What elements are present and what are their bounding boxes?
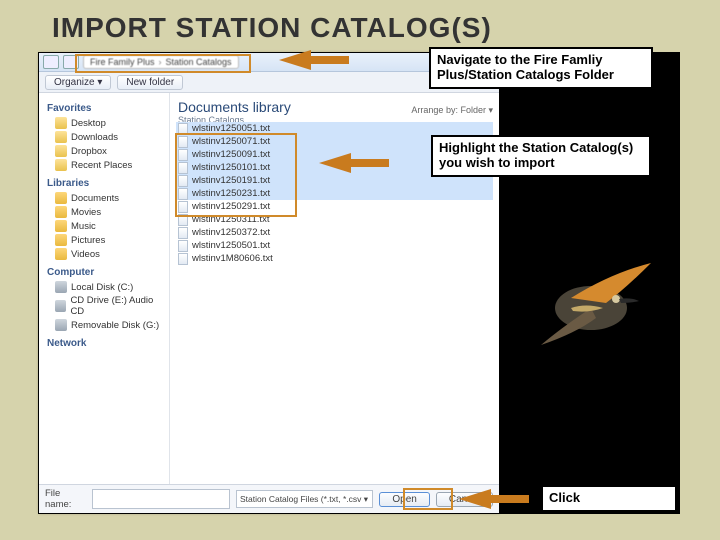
file-icon xyxy=(178,136,188,148)
filename-input[interactable] xyxy=(92,489,230,509)
file-icon xyxy=(178,214,188,226)
breadcrumb-seg: Fire Family Plus xyxy=(90,57,155,67)
folder-icon xyxy=(55,206,67,218)
nav-item[interactable]: Pictures xyxy=(41,233,167,247)
file-item[interactable]: wlstinv1M80606.txt xyxy=(176,252,493,265)
page-title: IMPORT STATION CATALOG(S) xyxy=(52,12,690,44)
file-icon xyxy=(178,188,188,200)
nav-item[interactable]: Recent Places xyxy=(41,158,167,172)
nav-item-label: Downloads xyxy=(71,132,118,143)
star-icon xyxy=(55,131,67,143)
file-name: wlstinv1250191.txt xyxy=(192,175,270,186)
nav-item-label: Dropbox xyxy=(71,146,107,157)
open-button[interactable]: Open xyxy=(379,492,429,507)
new-folder-button[interactable]: New folder xyxy=(117,75,183,90)
arrow-icon xyxy=(319,153,351,173)
nav-item-label: Documents xyxy=(71,193,119,204)
nav-item[interactable]: Documents xyxy=(41,191,167,205)
nav-item-label: Movies xyxy=(71,207,101,218)
file-name: wlstinv1250091.txt xyxy=(192,149,270,160)
filename-label: File name: xyxy=(45,488,86,510)
file-item[interactable]: wlstinv1250501.txt xyxy=(176,239,493,252)
nav-pane: Favorites Desktop Downloads Dropbox Recent … xyxy=(39,93,170,487)
file-icon xyxy=(178,227,188,239)
callout-click: Click xyxy=(541,485,677,512)
nav-item-label: Music xyxy=(71,221,96,232)
callout-navigate: Navigate to the Fire Famliy Plus/Station… xyxy=(429,47,653,89)
callout-highlight: Highlight the Station Catalog(s) you wis… xyxy=(431,135,651,177)
nav-section-favorites: Favorites xyxy=(47,103,165,114)
file-open-dialog: Fire Family Plus › Station Catalogs Orga… xyxy=(39,53,499,513)
file-icon xyxy=(178,162,188,174)
arrange-by[interactable]: Arrange by: Folder ▾ xyxy=(176,105,493,116)
bird-graphic-icon xyxy=(531,253,661,348)
nav-section-computer: Computer xyxy=(47,267,165,278)
file-icon xyxy=(178,240,188,252)
nav-item-label: Recent Places xyxy=(71,160,132,171)
nav-item-label: Pictures xyxy=(71,235,105,246)
star-icon xyxy=(55,117,67,129)
breadcrumb-seg: Station Catalogs xyxy=(166,57,232,67)
nav-item[interactable]: Movies xyxy=(41,205,167,219)
file-icon xyxy=(178,201,188,213)
nav-item-label: Desktop xyxy=(71,118,106,129)
nav-item[interactable]: Music xyxy=(41,219,167,233)
arrow-icon xyxy=(459,489,491,509)
file-name: wlstinv1250501.txt xyxy=(192,240,270,251)
chevron-right-icon: › xyxy=(159,57,162,67)
screenshot-stage: Fire Family Plus › Station Catalogs Orga… xyxy=(38,52,680,514)
file-item[interactable]: wlstinv1250372.txt xyxy=(176,226,493,239)
file-item[interactable]: wlstinv1250051.txt xyxy=(176,122,493,135)
nav-item[interactable]: Local Disk (C:) xyxy=(41,280,167,294)
file-item[interactable]: wlstinv1250231.txt xyxy=(176,187,493,200)
file-name: wlstinv1M80606.txt xyxy=(192,253,273,264)
file-icon xyxy=(178,253,188,265)
nav-fwd-button[interactable] xyxy=(63,55,79,69)
file-item[interactable]: wlstinv1250311.txt xyxy=(176,213,493,226)
file-name: wlstinv1250311.txt xyxy=(192,214,269,225)
file-name: wlstinv1250291.txt xyxy=(192,201,270,212)
nav-back-button[interactable] xyxy=(43,55,59,69)
star-icon xyxy=(55,145,67,157)
file-icon xyxy=(178,149,188,161)
breadcrumb[interactable]: Fire Family Plus › Station Catalogs xyxy=(83,55,239,69)
nav-section-libraries: Libraries xyxy=(47,178,165,189)
file-name: wlstinv1250051.txt xyxy=(192,123,270,134)
nav-item-label: Videos xyxy=(71,249,100,260)
drive-icon xyxy=(55,319,67,331)
file-item[interactable]: wlstinv1250291.txt xyxy=(176,200,493,213)
nav-item[interactable]: Dropbox xyxy=(41,144,167,158)
file-name: wlstinv1250372.txt xyxy=(192,227,270,238)
nav-item-label: Local Disk (C:) xyxy=(71,282,133,293)
organize-button[interactable]: Organize ▾ xyxy=(45,75,111,90)
file-name: wlstinv1250101.txt xyxy=(192,162,270,173)
star-icon xyxy=(55,159,67,171)
nav-item[interactable]: Videos xyxy=(41,247,167,261)
file-name: wlstinv1250231.txt xyxy=(192,188,270,199)
file-icon xyxy=(178,175,188,187)
nav-item[interactable]: Removable Disk (G:) xyxy=(41,318,167,332)
file-name: wlstinv1250071.txt xyxy=(192,136,270,147)
nav-item[interactable]: Downloads xyxy=(41,130,167,144)
file-type-filter[interactable]: Station Catalog Files (*.txt, *.csv ▾ xyxy=(236,490,373,508)
nav-item-label: Removable Disk (G:) xyxy=(71,320,159,331)
folder-icon xyxy=(55,192,67,204)
folder-icon xyxy=(55,234,67,246)
nav-section-network: Network xyxy=(47,338,165,349)
dialog-footer: File name: Station Catalog Files (*.txt,… xyxy=(39,484,499,513)
nav-item[interactable]: CD Drive (E:) Audio CD xyxy=(41,294,167,318)
drive-icon xyxy=(55,300,66,312)
drive-icon xyxy=(55,281,67,293)
folder-icon xyxy=(55,220,67,232)
file-icon xyxy=(178,123,188,135)
folder-icon xyxy=(55,248,67,260)
nav-item[interactable]: Desktop xyxy=(41,116,167,130)
nav-item-label: CD Drive (E:) Audio CD xyxy=(70,295,165,317)
arrow-icon xyxy=(279,50,311,70)
